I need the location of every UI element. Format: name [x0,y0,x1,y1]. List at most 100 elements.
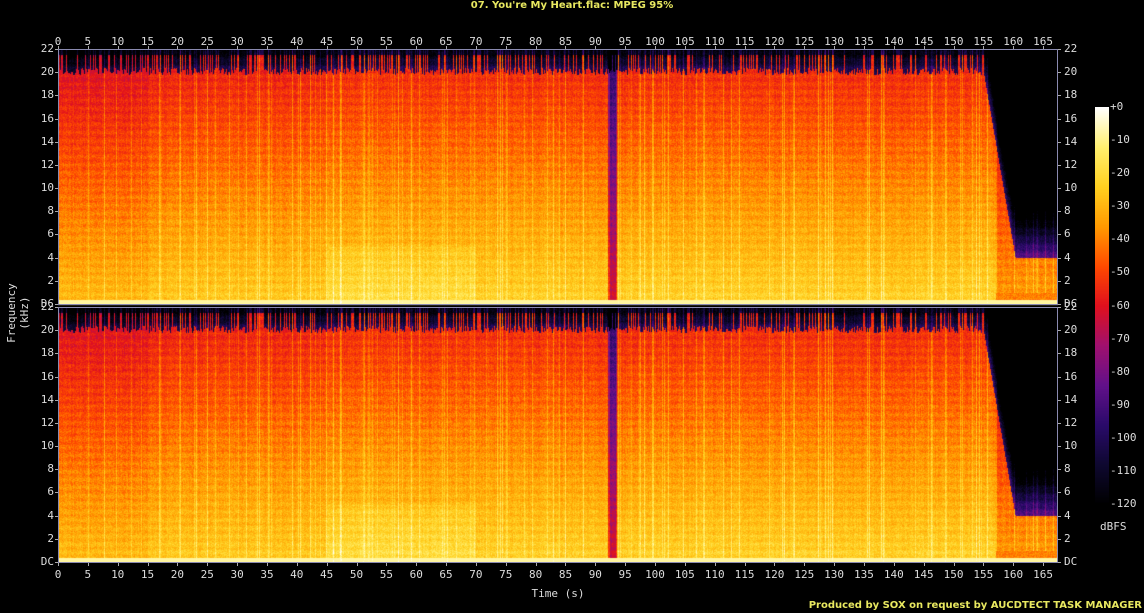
y-tick-label-right: 12 [1064,415,1078,429]
x-tick-mark [923,46,925,49]
x-tick-mark [416,46,418,49]
x-tick-mark [356,563,358,566]
x-tick-mark [326,46,328,49]
x-tick-label-bottom: 20 [170,568,185,581]
colorbar-tick-label: -110 [1110,463,1137,477]
y-tick-mark [1058,376,1061,378]
y-tick-label-left: 20 [40,65,54,79]
x-tick-label-bottom: 165 [1033,568,1053,581]
x-tick-mark [147,563,149,566]
x-tick-label-bottom: 0 [54,568,62,581]
x-tick-label-bottom: 110 [704,568,725,581]
y-tick-label-right: 22 [1064,42,1078,55]
y-tick-mark [1058,469,1061,471]
x-tick-mark [446,563,448,566]
y-tick-mark [55,280,58,282]
y-tick-mark [55,118,58,120]
x-tick-mark [774,46,776,49]
y-tick-mark [55,257,58,259]
x-tick-mark [296,46,298,49]
x-tick-mark [296,563,298,566]
y-tick-label-left: 8 [47,204,54,218]
y-tick-label-right: 12 [1064,157,1078,171]
x-tick-mark [714,46,716,49]
x-tick-mark [625,563,627,566]
x-tick-mark [595,563,597,566]
x-tick-label-bottom: 150 [943,568,964,581]
y-tick-mark [1058,492,1061,494]
x-tick-mark [983,46,985,49]
y-tick-mark [1058,538,1061,540]
y-tick-label-right: 16 [1064,111,1078,125]
y-tick-mark [55,304,58,305]
y-tick-mark [1058,118,1061,120]
y-tick-mark [55,307,58,308]
y-tick-mark [55,515,58,517]
y-tick-mark [55,422,58,424]
x-tick-mark [475,46,477,49]
x-tick-mark [893,563,895,566]
x-tick-mark [953,46,955,49]
colorbar-tick-label: -20 [1110,166,1130,180]
x-tick-mark [326,563,328,566]
y-tick-mark [1058,211,1061,213]
y-tick-label-right: 22 [1064,300,1078,313]
y-tick-label-left: 14 [40,392,54,406]
colorbar-tick-label: -100 [1110,430,1137,444]
x-tick-mark [87,46,89,49]
y-tick-label-right: 4 [1064,250,1071,264]
colorbar-tick-label: -10 [1110,133,1130,147]
y-tick-mark [55,72,58,74]
y-tick-mark [55,492,58,494]
y-tick-label-right: 18 [1064,88,1078,102]
colorbar-tick-label: -40 [1110,232,1130,246]
y-tick-mark [1058,422,1061,424]
x-tick-label-bottom: 35 [260,568,274,581]
x-tick-mark [237,563,239,566]
y-tick-mark [1058,188,1061,190]
y-tick-label-right: 20 [1064,323,1078,337]
x-tick-label-bottom: 80 [528,568,543,581]
y-tick-label-right: 8 [1064,462,1071,476]
colorbar-tick-label: -70 [1110,331,1130,345]
x-tick-label-bottom: 85 [558,568,573,581]
x-tick-label-bottom: 60 [409,568,423,581]
channel-1-frame [58,49,1058,305]
x-tick-mark [923,563,925,566]
y-tick-mark [1058,307,1061,308]
x-tick-mark [535,46,537,49]
x-tick-label-bottom: 135 [854,568,874,581]
y-tick-label-right: 16 [1064,369,1078,383]
x-tick-mark [266,46,268,49]
y-tick-mark [1058,330,1061,332]
x-tick-label-bottom: 40 [290,568,304,581]
x-tick-label-bottom: 55 [379,568,393,581]
y-tick-mark [55,95,58,97]
x-tick-mark [266,563,268,566]
x-tick-mark [655,563,656,566]
y-tick-label-left: 22 [40,42,54,55]
x-tick-label-bottom: 10 [111,568,125,581]
channel-2-frame [58,307,1058,563]
x-tick-mark [565,46,567,49]
x-tick-label-bottom: 25 [200,568,214,581]
x-tick-mark [744,563,746,566]
x-tick-label-bottom: 145 [913,568,934,581]
x-tick-label-bottom: 130 [824,568,845,581]
y-tick-mark [55,234,58,236]
y-tick-mark [55,141,58,143]
y-tick-label-left: 22 [40,300,54,313]
colorbar [1095,107,1109,505]
colorbar-unit: dBFS [1100,520,1127,533]
x-tick-mark [804,46,806,49]
x-tick-mark [207,46,209,49]
x-tick-mark [58,563,59,566]
y-tick-mark [55,469,58,471]
y-tick-label-right: 14 [1064,134,1078,148]
x-tick-label-bottom: 140 [883,568,904,581]
x-tick-mark [565,563,567,566]
x-tick-label-bottom: 70 [469,568,483,581]
y-tick-mark [1058,280,1061,282]
y-tick-mark [55,446,58,448]
x-tick-label-bottom: 95 [618,568,632,581]
